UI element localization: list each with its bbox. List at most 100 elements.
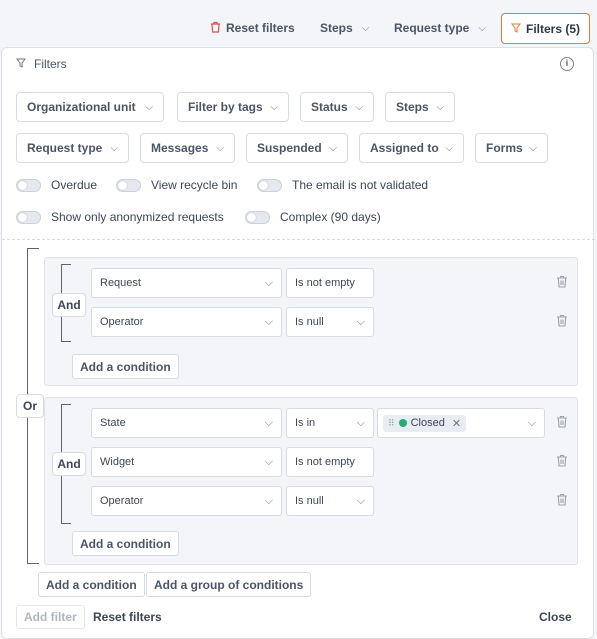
toggle-label: The email is not validated bbox=[292, 178, 429, 192]
condition-field-select[interactable]: Operator ⌵ bbox=[91, 307, 282, 337]
chip-label: Closed bbox=[410, 417, 445, 429]
trash-icon[interactable] bbox=[556, 314, 570, 328]
funnel-icon bbox=[511, 22, 521, 36]
toggle-overdue[interactable]: Overdue bbox=[16, 178, 97, 192]
condition-value-multiselect[interactable]: ⠿ Closed ✕ ⌵ bbox=[377, 408, 545, 438]
toggle-switch[interactable] bbox=[16, 210, 41, 224]
suspended-dropdown[interactable]: Suspended ⌵ bbox=[246, 133, 348, 163]
close-button[interactable]: Close bbox=[539, 610, 572, 624]
toggle-switch[interactable] bbox=[257, 178, 282, 192]
chevron-down-icon: ⌵ bbox=[264, 416, 273, 429]
operator-value: Is not empty bbox=[295, 456, 355, 468]
info-icon[interactable]: i bbox=[560, 57, 574, 71]
reset-filters-footer-button[interactable]: Reset filters bbox=[93, 610, 162, 624]
condition-field-select[interactable]: Operator ⌵ bbox=[91, 486, 282, 516]
field-value: Operator bbox=[100, 495, 144, 507]
chevron-down-icon: ⌵ bbox=[527, 416, 536, 429]
status-dot bbox=[398, 419, 407, 427]
messages-dropdown[interactable]: Messages ⌵ bbox=[140, 133, 235, 163]
toggle-switch[interactable] bbox=[245, 210, 270, 224]
toggle-anonymized[interactable]: Show only anonymized requests bbox=[16, 210, 224, 224]
toggle-email-not-validated[interactable]: The email is not validated bbox=[257, 178, 428, 192]
button-label: Close bbox=[539, 610, 572, 624]
logic-label: And bbox=[57, 298, 81, 312]
chevron-down-icon: ⌵ bbox=[356, 315, 365, 328]
status-dropdown[interactable]: Status ⌵ bbox=[300, 92, 374, 122]
assigned-to-dropdown[interactable]: Assigned to ⌵ bbox=[359, 133, 464, 163]
trash-icon[interactable] bbox=[556, 454, 570, 468]
logic-label: And bbox=[57, 457, 81, 471]
request-type-filter-dropdown[interactable]: Request type ⌵ bbox=[16, 133, 129, 163]
condition-operator-select[interactable]: Is null ⌵ bbox=[286, 307, 374, 337]
operator-value: Is not empty bbox=[295, 277, 355, 289]
button-label: Add a condition bbox=[80, 536, 171, 551]
filters-panel: Filters i Organizational unit ⌵ Filter by… bbox=[1, 47, 595, 639]
add-filter-button[interactable]: Add filter bbox=[16, 605, 85, 629]
add-condition-button[interactable]: Add a condition bbox=[72, 531, 179, 556]
chevron-down-icon: ⌵ bbox=[264, 455, 273, 468]
logic-label: Or bbox=[22, 399, 37, 413]
chevron-down-icon: ⌵ bbox=[264, 315, 273, 328]
dropdown-label: Messages bbox=[151, 141, 209, 155]
toggle-label: Complex (90 days) bbox=[280, 210, 381, 224]
steps-filter-dropdown[interactable]: Steps ⌵ bbox=[385, 92, 455, 122]
and-logic-button[interactable]: And bbox=[52, 293, 86, 317]
field-value: Widget bbox=[100, 456, 135, 468]
drag-handle-icon[interactable]: ⠿ bbox=[388, 418, 395, 429]
chevron-down-icon: ⌵ bbox=[529, 142, 537, 154]
or-logic-button[interactable]: Or bbox=[16, 394, 44, 418]
steps-dropdown[interactable]: Steps ⌵ bbox=[320, 14, 369, 42]
add-condition-button[interactable]: Add a condition bbox=[72, 354, 179, 379]
field-value: Operator bbox=[100, 316, 144, 328]
button-label: Add a condition bbox=[46, 577, 137, 592]
trash-icon[interactable] bbox=[556, 493, 570, 507]
panel-title: Filters bbox=[34, 57, 67, 71]
toggle-switch[interactable] bbox=[16, 178, 41, 192]
toggle-label: Overdue bbox=[51, 178, 98, 192]
chevron-down-icon: ⌵ bbox=[329, 142, 337, 154]
chevron-down-icon: ⌵ bbox=[270, 101, 278, 113]
dropdown-label: Filter by tags bbox=[188, 100, 263, 114]
toggle-recycle-bin[interactable]: View recycle bin bbox=[116, 178, 237, 192]
dropdown-label: Steps bbox=[396, 100, 429, 114]
button-label: Add a group of conditions bbox=[154, 577, 304, 592]
dropdown-label: Forms bbox=[486, 141, 523, 155]
condition-operator-select[interactable]: Is null ⌵ bbox=[286, 486, 374, 516]
button-label: Add a condition bbox=[80, 359, 171, 374]
condition-field-select[interactable]: Widget ⌵ bbox=[91, 447, 282, 477]
condition-operator-select[interactable]: Is not empty bbox=[286, 447, 374, 477]
condition-field-select[interactable]: Request ⌵ bbox=[91, 268, 282, 298]
condition-operator-select[interactable]: Is not empty bbox=[286, 268, 374, 298]
dropdown-label: Organizational unit bbox=[27, 100, 136, 114]
funnel-icon bbox=[16, 57, 26, 71]
toggle-switch[interactable] bbox=[116, 178, 141, 192]
divider bbox=[2, 239, 595, 240]
add-group-button[interactable]: Add a group of conditions bbox=[146, 572, 312, 597]
button-label: Add filter bbox=[24, 610, 77, 624]
trash-icon[interactable] bbox=[556, 415, 570, 429]
trash-icon bbox=[210, 21, 221, 36]
add-condition-button[interactable]: Add a condition bbox=[38, 572, 145, 597]
chevron-down-icon: ⌵ bbox=[216, 142, 224, 154]
condition-field-select[interactable]: State ⌵ bbox=[91, 408, 282, 438]
steps-label: Steps bbox=[320, 21, 353, 35]
filters-label: Filters (5) bbox=[526, 21, 581, 36]
forms-dropdown[interactable]: Forms ⌵ bbox=[475, 133, 548, 163]
remove-chip-icon[interactable]: ✕ bbox=[452, 417, 461, 430]
chevron-down-icon: ⌵ bbox=[436, 101, 444, 113]
filter-by-tags-dropdown[interactable]: Filter by tags ⌵ bbox=[177, 92, 289, 122]
filters-button[interactable]: Filters (5) bbox=[501, 13, 591, 44]
top-toolbar: Reset filters Steps ⌵ Request type ⌵ Fil… bbox=[0, 0, 597, 46]
request-type-dropdown[interactable]: Request type ⌵ bbox=[394, 14, 486, 42]
condition-operator-select[interactable]: Is in ⌵ bbox=[286, 408, 374, 438]
toggle-label: View recycle bin bbox=[151, 178, 238, 192]
reset-filters-button[interactable]: Reset filters bbox=[210, 14, 295, 42]
condition-group-1: And Request ⌵ Is not empty Operator ⌵ Is n… bbox=[44, 257, 578, 386]
and-logic-button[interactable]: And bbox=[52, 452, 86, 476]
organizational-unit-dropdown[interactable]: Organizational unit ⌵ bbox=[16, 92, 164, 122]
toggle-complex[interactable]: Complex (90 days) bbox=[245, 210, 381, 224]
trash-icon[interactable] bbox=[556, 275, 570, 289]
chevron-down-icon: ⌵ bbox=[145, 101, 153, 113]
toggle-label: Show only anonymized requests bbox=[51, 210, 224, 224]
request-type-label: Request type bbox=[394, 21, 470, 35]
